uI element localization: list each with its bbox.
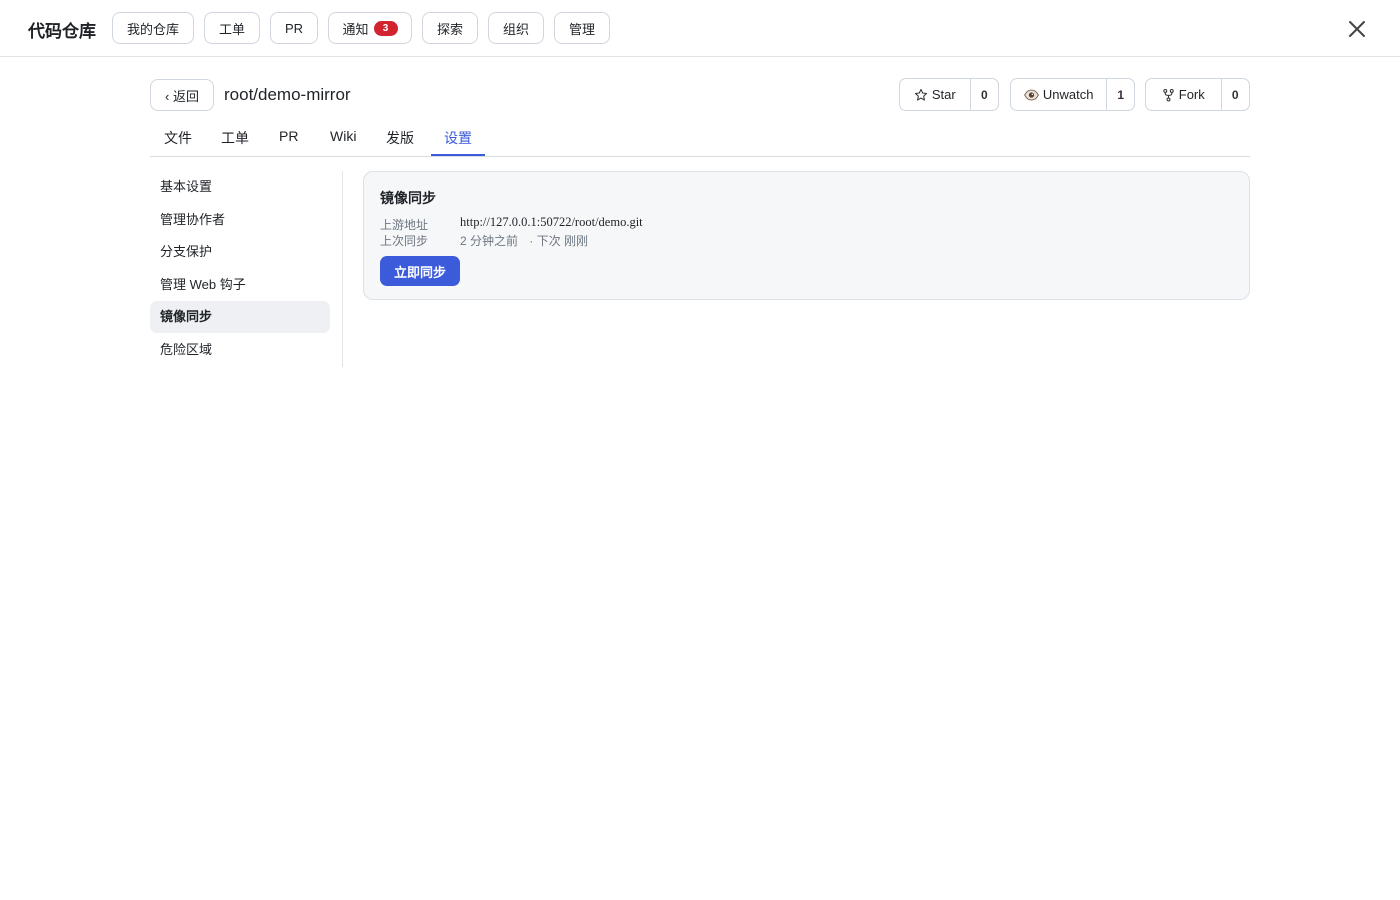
nav-pr-label: PR: [284, 20, 304, 36]
settings-sidebar: 基本设置 管理协作者 分支保护 管理 Web 钩子 镜像同步 危险区域: [150, 171, 343, 367]
nav-orgs-button[interactable]: 组织: [488, 12, 544, 44]
last-sync-value: 2 分钟之前 · 下次 刚刚: [460, 232, 588, 249]
nav-notifications-label: 通知: [342, 21, 369, 37]
upstream-url-label: 上游地址: [380, 218, 429, 232]
tab-settings[interactable]: 设置: [444, 128, 472, 148]
sync-now-button[interactable]: 立即同步: [380, 256, 460, 286]
tab-issues[interactable]: 工单: [221, 128, 249, 148]
fork-button-group: Fork 0: [1145, 78, 1250, 111]
notification-count-badge: 3: [373, 20, 398, 36]
star-count[interactable]: 0: [971, 79, 998, 110]
unwatch-button[interactable]: Unwatch: [1011, 79, 1108, 110]
repo-tabs: 文件 工单 PR Wiki 发版 设置: [150, 120, 1250, 157]
nav-my-repos-button[interactable]: 我的仓库: [112, 12, 194, 44]
nav-admin-label: 管理: [568, 21, 595, 37]
menu-item-webhooks[interactable]: 管理 Web 钩子: [150, 269, 330, 301]
menu-item-danger-zone[interactable]: 危险区域: [150, 334, 330, 366]
star-label: Star: [931, 87, 956, 102]
fork-button[interactable]: Fork: [1146, 79, 1222, 110]
nav-issues-button[interactable]: 工单: [204, 12, 260, 44]
watch-button-group: Unwatch 1: [1010, 78, 1135, 111]
upstream-url-value: http://127.0.0.1:50722/root/demo.git: [460, 215, 643, 229]
watch-count[interactable]: 1: [1107, 79, 1134, 110]
nav-issues-label: 工单: [218, 21, 245, 37]
nav-notifications-button[interactable]: 通知 3: [328, 12, 412, 44]
menu-item-branch-protection[interactable]: 分支保护: [150, 236, 330, 268]
back-button-label: ‹ 返回: [165, 88, 199, 104]
app-title: 代码仓库: [28, 22, 96, 41]
nav-admin-button[interactable]: 管理: [554, 12, 610, 44]
repo-name: root/demo-mirror: [224, 85, 351, 104]
last-sync-time: 2 分钟之前: [460, 234, 519, 248]
fork-icon: [1163, 88, 1174, 101]
close-button[interactable]: [1344, 16, 1370, 42]
back-button[interactable]: ‹ 返回: [150, 79, 214, 111]
star-icon: [914, 88, 927, 101]
menu-item-mirror-sync[interactable]: 镜像同步: [150, 301, 330, 333]
nav-explore-button[interactable]: 探索: [422, 12, 478, 44]
tab-releases[interactable]: 发版: [386, 128, 414, 148]
fork-count[interactable]: 0: [1222, 79, 1249, 110]
nav-pr-button[interactable]: PR: [270, 12, 318, 44]
star-button-group: Star 0: [899, 78, 999, 111]
tab-pr[interactable]: PR: [279, 128, 298, 144]
mirror-sync-card: 镜像同步 上游地址 http://127.0.0.1:50722/root/de…: [363, 171, 1250, 300]
eye-icon: [1024, 89, 1039, 100]
last-sync-label: 上次同步: [380, 234, 429, 248]
menu-item-collaborators[interactable]: 管理协作者: [150, 204, 330, 236]
card-title: 镜像同步: [380, 190, 436, 206]
nav-orgs-label: 组织: [502, 21, 529, 37]
menu-item-basic-settings[interactable]: 基本设置: [150, 171, 330, 203]
fork-label: Fork: [1178, 87, 1205, 102]
nav-explore-label: 探索: [436, 21, 463, 37]
close-icon: [1349, 21, 1365, 37]
tab-wiki[interactable]: Wiki: [330, 128, 356, 144]
active-tab-indicator: [431, 154, 485, 156]
unwatch-label: Unwatch: [1042, 87, 1094, 102]
next-sync-time: · 下次 刚刚: [529, 234, 589, 248]
top-navigation-bar: 代码仓库 我的仓库 工单 PR 通知 3 探索 组织 管理: [0, 0, 1400, 57]
nav-my-repos-label: 我的仓库: [126, 21, 179, 37]
star-button[interactable]: Star: [900, 79, 971, 110]
tab-files[interactable]: 文件: [164, 128, 192, 148]
